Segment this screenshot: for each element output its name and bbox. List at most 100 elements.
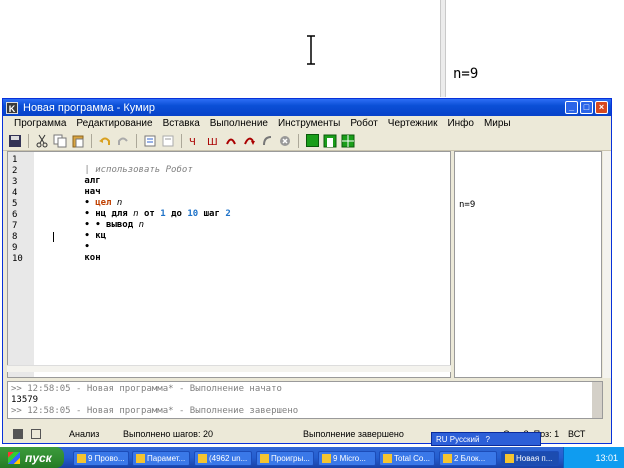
taskbar-item[interactable]: 9 Прово...	[73, 451, 129, 466]
title-bar[interactable]: K Новая программа - Кумир _ □ ×	[3, 99, 611, 116]
player-icon	[260, 454, 269, 463]
editor-horizontal-scrollbar[interactable]	[7, 365, 451, 372]
line-number: 2	[12, 166, 18, 176]
close-button[interactable]: ×	[595, 101, 608, 114]
drawer-world-icon[interactable]	[322, 133, 338, 149]
app-icon: K	[6, 101, 18, 114]
log-line-output: 13579	[11, 395, 39, 405]
log-scrollbar[interactable]	[592, 382, 602, 418]
line-number-gutter: 1 2 3 4 5 6 7 8 9 10	[8, 152, 34, 377]
taskbar-item-active[interactable]: Новая п...	[501, 451, 559, 466]
status-state: Выполнение завершено	[303, 429, 404, 439]
start-button[interactable]: пуск	[0, 447, 64, 468]
clock[interactable]: 13:01	[595, 453, 618, 463]
taskbar-item[interactable]: (4962 un...	[194, 451, 252, 466]
minimize-button[interactable]: _	[565, 101, 578, 114]
cut-icon[interactable]	[34, 133, 50, 149]
use-robot-directive: использовать Робот	[95, 165, 193, 175]
taskbar-item[interactable]: Парамет...	[132, 451, 190, 466]
log-line-start: >> 12:58:05 - Новая программа* - Выполне…	[11, 384, 282, 394]
toolbar-separator	[91, 133, 92, 148]
word-icon	[322, 454, 331, 463]
status-insert-mode: ВСТ	[568, 429, 586, 439]
log-line-end: >> 12:58:05 - Новая программа* - Выполне…	[11, 406, 299, 416]
taskbar-item[interactable]: Проигры...	[256, 451, 314, 466]
text-cursor	[53, 232, 54, 242]
svg-text:Ч: Ч	[189, 137, 196, 148]
run-icon[interactable]: Ч	[187, 133, 203, 149]
menu-program[interactable]: Программа	[9, 118, 71, 129]
line-number: 7	[12, 221, 18, 231]
line-number: 9	[12, 243, 18, 253]
svg-text:Ш: Ш	[207, 137, 218, 148]
menu-edit[interactable]: Редактирование	[71, 118, 157, 129]
menu-insert[interactable]: Вставка	[158, 118, 205, 129]
unindent-icon[interactable]	[160, 133, 176, 149]
start-label: пуск	[25, 450, 52, 465]
code-editor[interactable]: 1 2 3 4 5 6 7 8 9 10 | использовать Робо…	[7, 151, 451, 378]
save-icon[interactable]	[7, 133, 23, 149]
notepad-icon	[443, 454, 452, 463]
line-number: 10	[12, 254, 23, 264]
window-title: Новая программа - Кумир	[23, 101, 155, 114]
code-area[interactable]: | использовать Робот алг нач • цел n • н…	[41, 152, 446, 377]
taskbar-item[interactable]: 9 Micro...	[318, 451, 376, 466]
menu-worlds[interactable]: Миры	[479, 118, 516, 129]
menu-run[interactable]: Выполнение	[205, 118, 273, 129]
system-tray: 13:01	[563, 447, 624, 468]
copy-icon[interactable]	[52, 133, 68, 149]
line-number: 4	[12, 188, 18, 198]
result-vertical-scrollbar[interactable]	[603, 151, 611, 378]
status-steps: Выполнено шагов: 20	[123, 429, 213, 439]
step-into-icon[interactable]	[241, 133, 257, 149]
language-bar[interactable]: RU Русский ?	[431, 432, 541, 446]
step-run-icon[interactable]: Ш	[205, 133, 221, 149]
toolbar: Ч Ш	[3, 131, 611, 151]
output-log[interactable]: >> 12:58:05 - Новая программа* - Выполне…	[7, 381, 603, 419]
result-panel: n=9	[454, 151, 602, 378]
line-number: 6	[12, 210, 18, 220]
maximize-button[interactable]: □	[580, 101, 593, 114]
total-commander-icon	[383, 454, 392, 463]
stop-icon[interactable]	[277, 133, 293, 149]
redo-icon[interactable]	[115, 133, 131, 149]
toolbar-separator	[298, 133, 299, 148]
status-mode: Анализ	[69, 429, 100, 439]
background-splitter[interactable]	[440, 0, 446, 97]
indent-icon[interactable]	[142, 133, 158, 149]
text-cursor-icon	[307, 35, 315, 65]
paste-icon[interactable]	[70, 133, 86, 149]
kumir-icon	[505, 454, 514, 463]
disk-icon[interactable]	[13, 429, 23, 439]
code-line: кон	[84, 253, 101, 263]
taskbar-item[interactable]: 2 Блок...	[439, 451, 497, 466]
result-value: n=9	[459, 200, 476, 210]
grid-world-icon[interactable]	[340, 133, 356, 149]
line-number: 3	[12, 177, 18, 187]
kumir-window: K Новая программа - Кумир _ □ × Программ…	[2, 98, 612, 444]
line-number: 8	[12, 232, 18, 242]
folder-icon	[77, 454, 86, 463]
menu-robot[interactable]: Робот	[345, 118, 382, 129]
windows-logo-icon	[8, 451, 20, 464]
close-log-icon[interactable]	[31, 429, 41, 439]
step-over-icon[interactable]	[223, 133, 239, 149]
robot-world-icon[interactable]	[304, 133, 320, 149]
undo-icon[interactable]	[97, 133, 113, 149]
menu-bar: Программа Редактирование Вставка Выполне…	[3, 116, 611, 131]
toolbar-separator	[181, 133, 182, 148]
language-label: RU Русский	[436, 434, 480, 444]
menu-tools[interactable]: Инструменты	[273, 118, 345, 129]
browser-icon	[198, 454, 207, 463]
line-number: 5	[12, 199, 18, 209]
settings-window-icon	[136, 454, 145, 463]
step-out-icon[interactable]	[259, 133, 275, 149]
toolbar-separator	[28, 133, 29, 148]
line-number: 1	[12, 155, 18, 165]
menu-info[interactable]: Инфо	[442, 118, 479, 129]
menu-drawer[interactable]: Чертежник	[383, 118, 443, 129]
toolbar-separator	[136, 133, 137, 148]
background-output-text: n=9	[453, 66, 479, 82]
help-icon[interactable]: ?	[485, 435, 489, 444]
taskbar-item[interactable]: Total Co...	[379, 451, 435, 466]
